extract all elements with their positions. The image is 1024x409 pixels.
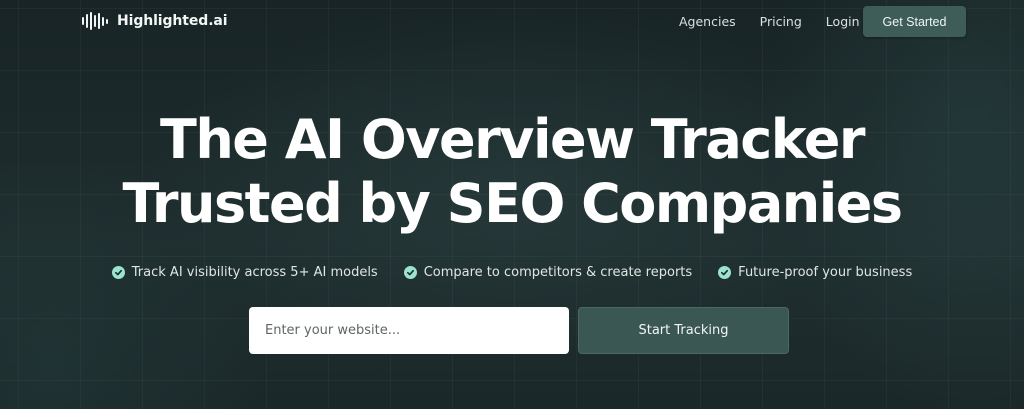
feature-list: Track AI visibility across 5+ AI models … xyxy=(0,265,1024,280)
sound-wave-icon xyxy=(82,12,108,30)
feature-item: Future-proof your business xyxy=(718,265,912,280)
nav-login-link[interactable]: Login xyxy=(826,14,860,29)
hero-title-line-1: The AI Overview Tracker xyxy=(160,108,865,171)
logo[interactable]: Highlighted.ai xyxy=(82,12,228,30)
hero-title-line-2: Trusted by SEO Companies xyxy=(122,172,903,235)
feature-item: Compare to competitors & create reports xyxy=(403,265,693,280)
start-tracking-button[interactable]: Start Tracking xyxy=(578,307,789,354)
feature-item: Track AI visibility across 5+ AI models xyxy=(111,265,378,280)
check-circle-icon xyxy=(718,266,732,279)
hero-title: The AI Overview Tracker Trusted by SEO C… xyxy=(0,108,1024,236)
nav-agencies-link[interactable]: Agencies xyxy=(679,14,736,29)
check-circle-icon xyxy=(111,266,125,279)
feature-text: Compare to competitors & create reports xyxy=(423,265,693,280)
top-navigation: Highlighted.ai Agencies Pricing Login Ge… xyxy=(0,0,1024,44)
website-input[interactable] xyxy=(249,307,569,354)
feature-text: Track AI visibility across 5+ AI models xyxy=(131,265,378,280)
feature-text: Future-proof your business xyxy=(738,265,913,280)
check-circle-icon xyxy=(403,266,417,279)
get-started-button[interactable]: Get Started xyxy=(863,6,966,37)
logo-text: Highlighted.ai xyxy=(117,13,228,29)
nav-links: Agencies Pricing Login xyxy=(679,14,860,29)
nav-pricing-link[interactable]: Pricing xyxy=(760,14,802,29)
